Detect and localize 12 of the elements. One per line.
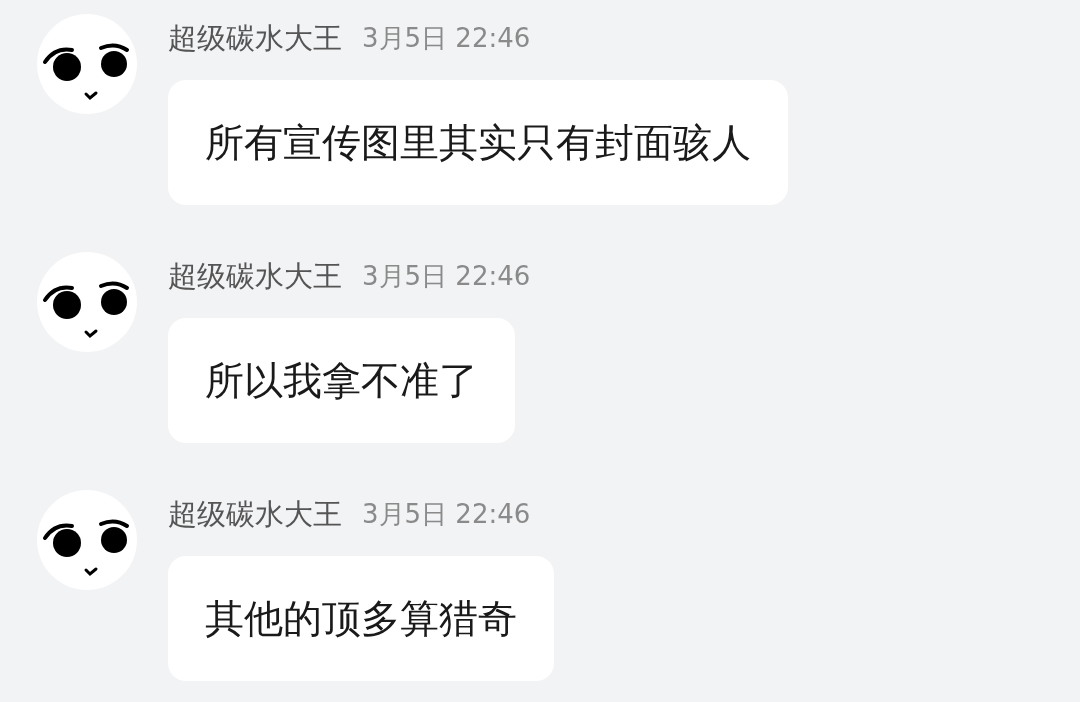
- message-time: 3月5日 22:46: [362, 22, 531, 55]
- avatar-face-icon: [37, 252, 137, 352]
- sender-name: 超级碳水大王: [168, 258, 342, 294]
- message-bubble: 所有宣传图里其实只有封面骇人: [168, 80, 788, 205]
- avatar-face-icon: [37, 14, 137, 114]
- message-bubble: 所以我拿不准了: [168, 318, 515, 443]
- message-bubble: 其他的顶多算猎奇: [168, 556, 554, 681]
- message-time: 3月5日 22:46: [362, 260, 531, 293]
- message-time: 3月5日 22:46: [362, 498, 531, 531]
- sender-name: 超级碳水大王: [168, 20, 342, 56]
- sender-name: 超级碳水大王: [168, 496, 342, 532]
- avatar-face-icon: [37, 490, 137, 590]
